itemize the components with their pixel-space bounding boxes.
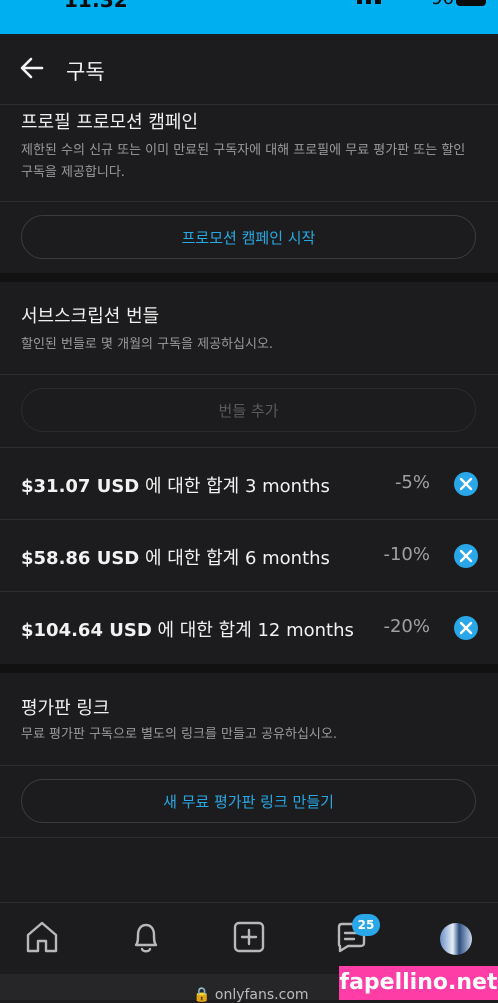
bundles-description: 할인된 번들로 몇 개월의 구독을 제공하십시오. [21, 337, 274, 352]
bundle-price: $104.64 USD [21, 620, 152, 641]
signal-icon [357, 0, 381, 4]
bell-icon [134, 923, 158, 953]
remove-bundle-button[interactable] [454, 616, 478, 640]
close-icon [459, 477, 473, 491]
bundle-price: $31.07 USD [21, 476, 140, 497]
divider [0, 374, 498, 375]
close-icon [459, 549, 473, 563]
page-title: 구독 [66, 60, 105, 84]
remove-bundle-button[interactable] [454, 544, 478, 568]
bottom-nav: 25 [0, 902, 498, 975]
nav-home[interactable] [24, 919, 64, 959]
back-arrow-icon [20, 57, 44, 79]
bundle-discount: -10% [383, 544, 430, 565]
lock-icon: 🔒 [193, 987, 211, 1003]
battery-level: 96 [431, 0, 454, 9]
bundle-row: $58.86 USD 에 대한 합계 6 months -10% [0, 520, 498, 592]
bundle-row: $104.64 USD 에 대한 합계 12 months -20% [0, 592, 498, 664]
home-icon [26, 921, 58, 953]
promotion-title: 프로필 프로모션 캠페인 [21, 112, 199, 133]
status-time: 11:32 [64, 0, 128, 12]
url-value: onlyfans.com [214, 987, 309, 1003]
bundle-duration: 에 대한 합계 3 months [144, 476, 330, 497]
url-text: 🔒 onlyfans.com [193, 987, 309, 1003]
add-bundle-button[interactable]: 번들 추가 [21, 388, 476, 432]
divider [0, 201, 498, 202]
bundle-row: $31.07 USD 에 대한 합계 3 months -5% [0, 448, 498, 520]
plus-square-icon [233, 921, 265, 953]
bundles-title: 서브스크립션 번들 [21, 306, 160, 327]
bundle-duration: 에 대한 합계 6 months [144, 548, 330, 569]
close-icon [459, 621, 473, 635]
section-separator [0, 664, 498, 673]
trial-link-description: 무료 평가판 구독으로 별도의 링크를 만들고 공유하십시오. [21, 727, 337, 742]
back-button[interactable] [18, 54, 50, 84]
nav-notifications[interactable] [128, 919, 168, 959]
section-separator [0, 273, 498, 282]
status-bar: 11:32 96 [0, 0, 498, 34]
header: 구독 [0, 34, 498, 105]
start-promotion-button[interactable]: 프로모션 캠페인 시작 [21, 215, 476, 259]
bundle-discount: -20% [383, 616, 430, 637]
bundle-price: $58.86 USD [21, 548, 140, 569]
create-trial-link-button[interactable]: 새 무료 평가판 링크 만들기 [21, 779, 476, 823]
bundle-summary: $58.86 USD 에 대한 합계 6 months [21, 544, 330, 570]
bundle-duration: 에 대한 합계 12 months [157, 620, 354, 641]
messages-badge: 25 [352, 914, 380, 936]
battery-icon [456, 0, 486, 6]
trial-link-title: 평가판 링크 [21, 698, 110, 719]
promotion-description: 제한된 수의 신규 또는 이미 만료된 구독자에 대해 프로필에 무료 평가판 … [21, 143, 466, 180]
bundle-discount: -5% [394, 472, 430, 493]
bundle-summary: $104.64 USD 에 대한 합계 12 months [21, 616, 354, 642]
bundle-summary: $31.07 USD 에 대한 합계 3 months [21, 472, 330, 498]
nav-new-post[interactable] [231, 919, 271, 959]
watermark: fapellino.net [339, 966, 498, 1000]
remove-bundle-button[interactable] [454, 472, 478, 496]
avatar[interactable] [440, 923, 472, 955]
divider [0, 765, 498, 766]
divider [0, 837, 498, 838]
